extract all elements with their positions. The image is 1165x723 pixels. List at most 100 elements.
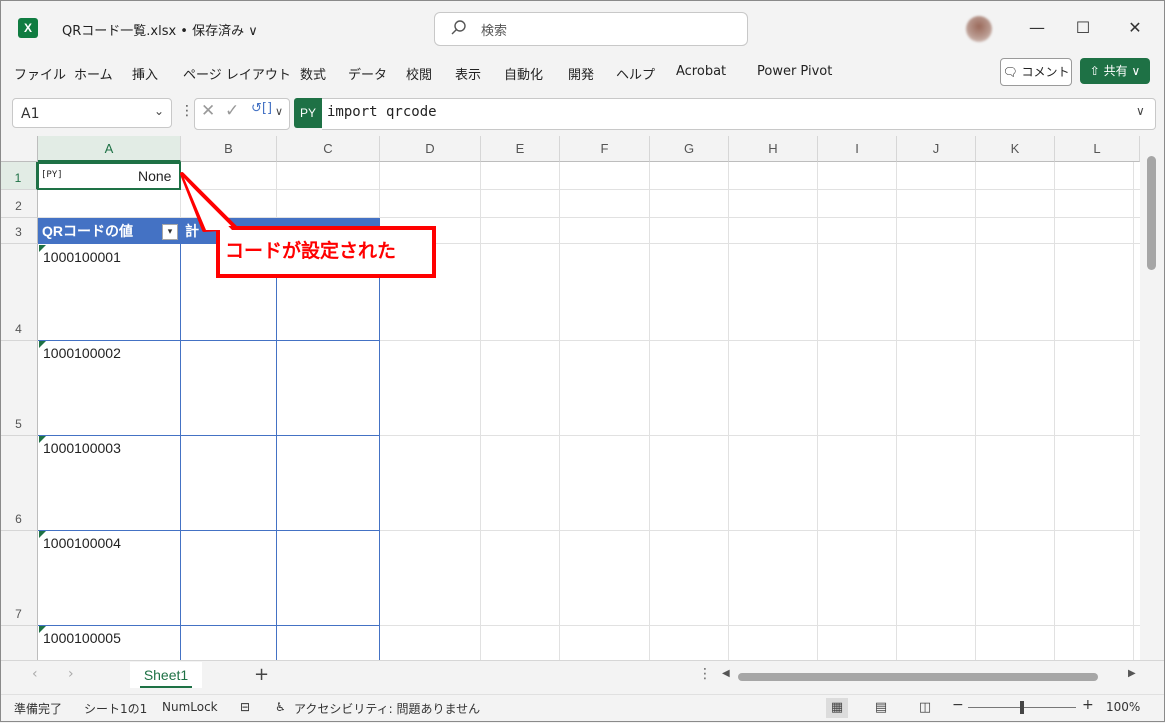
tab-acrobat[interactable]: Acrobat bbox=[676, 64, 726, 79]
column-header-e[interactable]: E bbox=[481, 136, 560, 162]
minimize-button[interactable]: — bbox=[1022, 14, 1052, 42]
gridline bbox=[1054, 162, 1055, 660]
gridline bbox=[817, 162, 818, 660]
select-all-corner[interactable] bbox=[0, 136, 38, 162]
comment-button[interactable]: 🗨 コメント bbox=[1000, 58, 1072, 86]
page-layout-view-icon[interactable]: ▤ bbox=[870, 698, 892, 718]
column-header-l[interactable]: L bbox=[1055, 136, 1140, 162]
tab-power-pivot[interactable]: Power Pivot bbox=[757, 64, 832, 79]
excel-logo-icon: X bbox=[18, 18, 38, 38]
table-border bbox=[276, 244, 277, 660]
row-header-1[interactable]: 1 bbox=[0, 162, 38, 190]
share-label: 共有 bbox=[1103, 64, 1128, 78]
share-icon: ⇧ bbox=[1089, 64, 1100, 78]
table-cell[interactable]: 1000100001 bbox=[43, 249, 121, 265]
scroll-right-icon[interactable]: ▶ bbox=[1128, 668, 1136, 679]
search-icon bbox=[451, 20, 466, 35]
status-ready: 準備完了 bbox=[14, 702, 63, 716]
chevron-down-icon[interactable]: ⌄ bbox=[154, 104, 164, 118]
row-header-4[interactable]: 4 bbox=[0, 244, 38, 341]
row-header-6[interactable]: 6 bbox=[0, 436, 38, 531]
tab-insert[interactable]: 挿入 bbox=[132, 64, 158, 83]
vertical-scroll-thumb[interactable] bbox=[1147, 156, 1156, 270]
row-number: 5 bbox=[15, 417, 22, 431]
row-header-2[interactable]: 2 bbox=[0, 190, 38, 218]
table-border bbox=[38, 530, 380, 531]
avatar[interactable] bbox=[966, 16, 992, 42]
cell-a1-value: None bbox=[138, 168, 172, 184]
column-header-c[interactable]: C bbox=[277, 136, 380, 162]
normal-view-icon[interactable]: ▦ bbox=[826, 698, 848, 718]
tab-help[interactable]: ヘルプ bbox=[616, 64, 655, 83]
cancel-icon[interactable]: ✕ bbox=[201, 101, 215, 121]
callout-pointer-fill bbox=[184, 178, 232, 230]
active-tab-indicator bbox=[140, 686, 192, 688]
chevron-down-icon[interactable]: ∨ bbox=[275, 105, 283, 118]
column-header-h[interactable]: H bbox=[729, 136, 818, 162]
zoom-out-button[interactable]: − bbox=[952, 697, 964, 713]
more-icon[interactable]: ⋮ bbox=[698, 666, 712, 682]
column-header-b[interactable]: B bbox=[181, 136, 277, 162]
row-header-7[interactable]: 7 bbox=[0, 531, 38, 626]
table-border bbox=[38, 340, 380, 341]
accessibility-icon[interactable]: ♿ bbox=[275, 700, 286, 714]
column-header-j[interactable]: J bbox=[897, 136, 976, 162]
gridline bbox=[728, 162, 729, 660]
column-header-d[interactable]: D bbox=[380, 136, 481, 162]
row-header-8[interactable] bbox=[0, 626, 38, 660]
tab-developer[interactable]: 開発 bbox=[568, 64, 594, 83]
row-header-5[interactable]: 5 bbox=[0, 341, 38, 436]
maximize-button[interactable]: ☐ bbox=[1068, 14, 1098, 42]
column-header-i[interactable]: I bbox=[818, 136, 897, 162]
gridline bbox=[480, 162, 481, 660]
table-cell[interactable]: 1000100005 bbox=[43, 630, 121, 646]
scroll-right-icon[interactable]: › bbox=[68, 666, 74, 682]
formula-input[interactable] bbox=[322, 98, 1156, 130]
tab-home[interactable]: ホーム bbox=[74, 64, 113, 83]
column-header-f[interactable]: F bbox=[560, 136, 650, 162]
table-cell[interactable]: 1000100004 bbox=[43, 535, 121, 551]
close-button[interactable]: ✕ bbox=[1120, 14, 1150, 42]
python-output-icon[interactable]: ↺[] bbox=[251, 101, 272, 116]
horizontal-scroll-thumb[interactable] bbox=[738, 673, 1098, 681]
status-sheet-info: シート1の1 bbox=[84, 702, 148, 716]
expand-formula-icon[interactable]: ∨ bbox=[1136, 104, 1145, 118]
gridline bbox=[649, 162, 650, 660]
page-break-view-icon[interactable]: ◫ bbox=[914, 698, 936, 718]
macro-record-icon[interactable]: ⊟ bbox=[240, 700, 250, 714]
gridline bbox=[896, 162, 897, 660]
more-icon[interactable]: ⋮ bbox=[180, 103, 194, 119]
sheet-tab-sheet1[interactable]: Sheet1 bbox=[130, 662, 202, 688]
zoom-in-button[interactable]: + bbox=[1082, 697, 1094, 713]
table-cell[interactable]: 1000100002 bbox=[43, 345, 121, 361]
tab-view[interactable]: 表示 bbox=[455, 64, 481, 83]
status-numlock: NumLock bbox=[162, 700, 218, 714]
status-accessibility[interactable]: アクセシビリティ: 問題ありません bbox=[294, 700, 480, 717]
tab-file[interactable]: ファイル bbox=[14, 64, 66, 83]
row-number: 6 bbox=[15, 512, 22, 526]
column-header-k[interactable]: K bbox=[976, 136, 1055, 162]
row-header-3[interactable]: 3 bbox=[0, 218, 38, 244]
scroll-left-icon[interactable]: ◀ bbox=[722, 668, 730, 679]
document-title[interactable]: QRコード一覧.xlsx • 保存済み ∨ bbox=[62, 20, 258, 39]
gridline bbox=[559, 162, 560, 660]
zoom-level[interactable]: 100% bbox=[1106, 700, 1140, 714]
scroll-left-icon[interactable]: ‹ bbox=[32, 666, 38, 682]
tab-review[interactable]: 校閲 bbox=[406, 64, 432, 83]
tab-formulas[interactable]: 数式 bbox=[300, 64, 326, 83]
gridline bbox=[1133, 162, 1134, 660]
share-button[interactable]: ⇧ 共有 ∨ bbox=[1080, 58, 1150, 84]
add-sheet-button[interactable]: + bbox=[254, 664, 269, 685]
tab-automate[interactable]: 自動化 bbox=[504, 64, 543, 83]
column-header-g[interactable]: G bbox=[650, 136, 729, 162]
zoom-slider-thumb[interactable] bbox=[1020, 701, 1024, 714]
tab-data[interactable]: データ bbox=[348, 64, 387, 83]
table-border bbox=[379, 244, 380, 660]
name-box[interactable]: A1 bbox=[12, 98, 172, 128]
table-header-qr-value[interactable]: QRコードの値 bbox=[38, 218, 181, 244]
table-cell[interactable]: 1000100003 bbox=[43, 440, 121, 456]
check-icon[interactable]: ✓ bbox=[225, 101, 239, 121]
column-header-a[interactable]: A bbox=[38, 136, 181, 162]
tab-page-layout[interactable]: ページ レイアウト bbox=[183, 64, 291, 83]
comment-icon: 🗨 bbox=[1002, 65, 1018, 79]
